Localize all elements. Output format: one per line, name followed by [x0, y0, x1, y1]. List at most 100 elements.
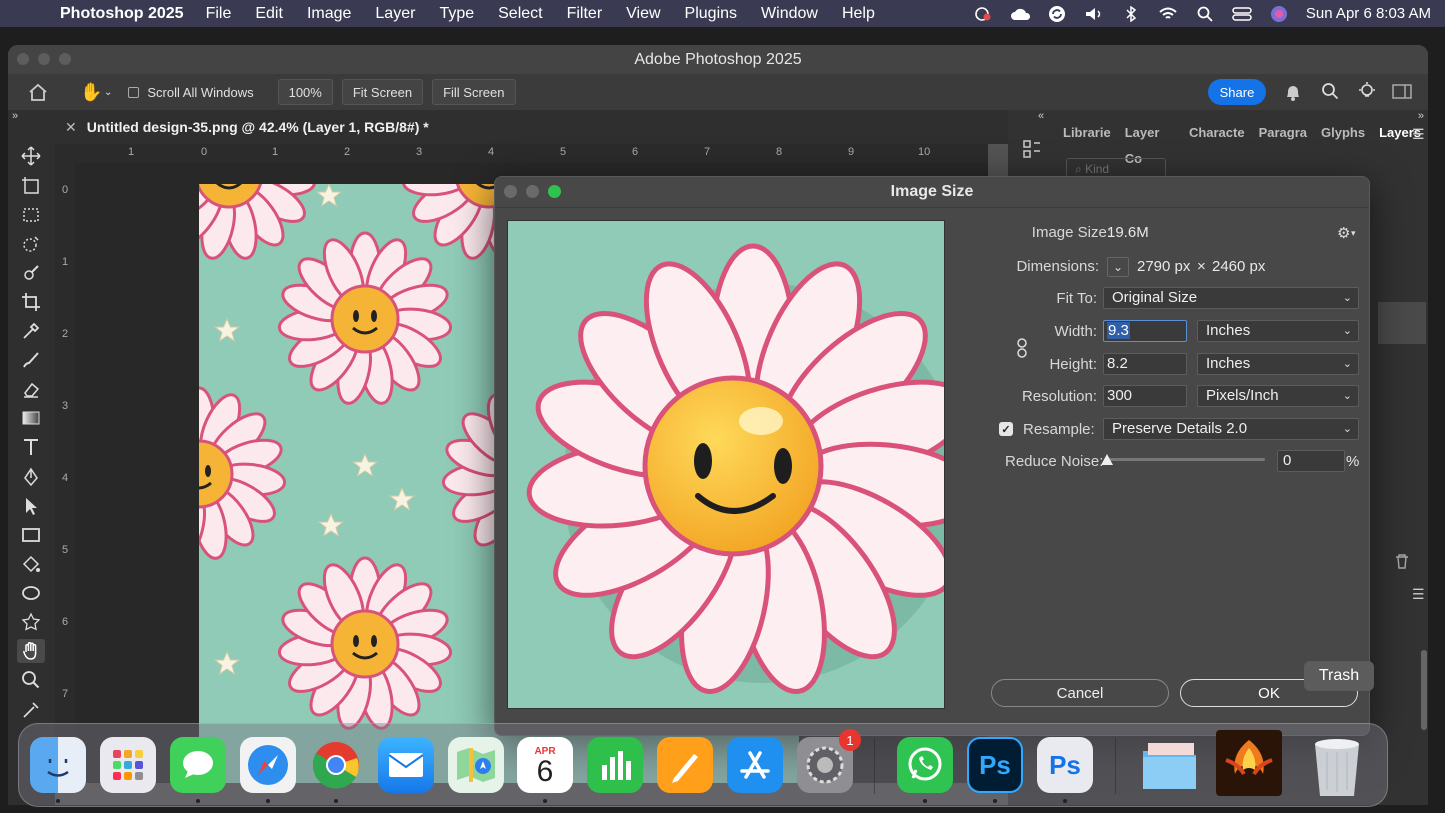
resample-checkbox[interactable]: ✓ — [999, 422, 1013, 436]
eraser-tool-icon[interactable] — [17, 377, 45, 401]
type-tool-icon[interactable] — [17, 435, 45, 459]
move-tool-icon[interactable] — [17, 144, 45, 168]
edit-toolbar-icon[interactable] — [17, 698, 45, 722]
object-selection-tool-icon[interactable] — [17, 232, 45, 256]
maps-icon[interactable] — [448, 737, 504, 793]
tab-glyphs[interactable]: Glyphs — [1314, 120, 1372, 146]
ellipse-tool-icon[interactable] — [17, 581, 45, 605]
document-tab[interactable]: ✕ Untitled design-35.png @ 42.4% (Layer … — [55, 110, 1008, 144]
volume-icon[interactable] — [1084, 6, 1104, 22]
document-tab-title[interactable]: Untitled design-35.png @ 42.4% (Layer 1,… — [87, 119, 429, 135]
menu-type[interactable]: Type — [439, 5, 474, 23]
menu-image[interactable]: Image — [307, 5, 351, 23]
menu-app-name[interactable]: Photoshop 2025 — [60, 5, 184, 23]
bluetooth-icon[interactable] — [1121, 5, 1141, 22]
phoenix-image-thumbnail[interactable] — [1216, 730, 1282, 796]
menu-view[interactable]: View — [626, 5, 660, 23]
sync-icon[interactable] — [1047, 5, 1067, 22]
launchpad-icon[interactable] — [100, 737, 156, 793]
cancel-button[interactable]: Cancel — [991, 679, 1169, 707]
calendar-icon[interactable]: APR 6 — [517, 737, 573, 803]
trash-icon[interactable] — [1307, 737, 1363, 796]
custom-shape-tool-icon[interactable] — [17, 610, 45, 634]
resolution-unit-select[interactable]: Pixels/Inch ⌄ — [1197, 385, 1359, 407]
zoom-100-button[interactable]: 100% — [277, 79, 333, 105]
cloud-icon[interactable] — [1010, 6, 1030, 22]
photoshop-icon[interactable]: Ps — [967, 737, 1023, 803]
expand-toolbar-icon[interactable]: » — [12, 110, 18, 122]
height-unit-select[interactable]: Inches ⌄ — [1197, 353, 1359, 375]
messages-icon[interactable] — [170, 737, 226, 803]
menu-file[interactable]: File — [206, 5, 232, 23]
image-preview[interactable] — [507, 220, 945, 709]
folder-icon[interactable] — [1140, 737, 1196, 793]
menubar-clock[interactable]: Sun Apr 6 8:03 AM — [1306, 5, 1431, 22]
menu-select[interactable]: Select — [498, 5, 542, 23]
collapse-panels-icon[interactable]: « — [1038, 110, 1044, 122]
panel-scrollbar[interactable] — [1421, 650, 1427, 730]
share-button[interactable]: Share — [1208, 79, 1266, 105]
quick-selection-tool-icon[interactable] — [17, 261, 45, 285]
zoom-tool-icon[interactable] — [17, 668, 45, 692]
menu-plugins[interactable]: Plugins — [685, 5, 737, 23]
pages-icon[interactable] — [657, 737, 713, 793]
width-unit-select[interactable]: Inches ⌄ — [1197, 320, 1359, 342]
numbers-icon[interactable] — [587, 737, 643, 793]
chevron-down-icon[interactable]: ⌄ — [104, 87, 112, 98]
whatsapp-icon[interactable] — [897, 737, 953, 803]
close-document-icon[interactable]: ✕ — [65, 119, 77, 136]
finder-icon[interactable] — [30, 737, 86, 803]
system-settings-icon[interactable]: 1 — [797, 729, 861, 793]
fit-to-select[interactable]: Original Size ⌄ — [1103, 287, 1359, 309]
scroll-all-checkbox[interactable] — [128, 86, 140, 98]
fit-screen-button[interactable]: Fit Screen — [341, 79, 424, 105]
brush-tool-icon[interactable] — [17, 348, 45, 372]
home-icon[interactable] — [16, 83, 60, 101]
path-selection-tool-icon[interactable] — [17, 494, 45, 518]
width-input[interactable]: 9.3 — [1103, 320, 1187, 342]
panel-menu-icon[interactable]: ☰ — [1412, 586, 1425, 603]
hand-tool-icon[interactable]: ✋ — [80, 82, 104, 103]
control-center-icon[interactable] — [1232, 6, 1252, 22]
resample-method-select[interactable]: Preserve Details 2.0 ⌄ — [1103, 418, 1359, 440]
tab-character[interactable]: Characte — [1182, 120, 1252, 146]
paint-bucket-tool-icon[interactable] — [17, 552, 45, 576]
dialog-minimize-button[interactable] — [526, 185, 539, 198]
photoshop-beta-icon[interactable]: Ps — [1037, 737, 1093, 803]
pen-tool-icon[interactable] — [17, 465, 45, 489]
tab-layer-comps[interactable]: Layer Co — [1118, 120, 1182, 166]
crop-tool-icon[interactable] — [17, 290, 45, 314]
search-icon[interactable] — [1195, 6, 1215, 22]
bell-icon[interactable] — [1284, 82, 1302, 105]
gradient-tool-icon[interactable] — [17, 406, 45, 430]
dialog-close-button[interactable] — [504, 185, 517, 198]
layer-row-selected[interactable] — [1378, 302, 1426, 344]
dimensions-unit-dropdown[interactable]: ⌄ — [1107, 257, 1129, 277]
menu-help[interactable]: Help — [842, 5, 875, 23]
workspace-icon[interactable] — [1392, 84, 1412, 103]
search-icon[interactable] — [1321, 82, 1339, 103]
safari-icon[interactable] — [240, 737, 296, 803]
siri-icon[interactable] — [1269, 5, 1289, 22]
screen-record-icon[interactable] — [973, 6, 993, 22]
rectangle-tool-icon[interactable] — [17, 523, 45, 547]
marquee-tool-icon[interactable] — [17, 203, 45, 227]
chrome-icon[interactable] — [308, 737, 364, 803]
reduce-noise-slider-handle[interactable] — [1101, 454, 1113, 465]
history-panel-icon[interactable] — [1022, 138, 1042, 165]
menu-layer[interactable]: Layer — [375, 5, 415, 23]
tab-libraries[interactable]: Librarie — [1056, 120, 1118, 146]
height-input[interactable]: 8.2 — [1103, 353, 1187, 375]
hand-tool-icon[interactable] — [17, 639, 45, 663]
zoom-window-button[interactable] — [59, 53, 71, 65]
menu-window[interactable]: Window — [761, 5, 818, 23]
artboard-tool-icon[interactable] — [17, 174, 45, 198]
gear-chevron-icon[interactable]: ▾ — [1351, 228, 1356, 239]
close-window-button[interactable] — [17, 53, 29, 65]
fill-screen-button[interactable]: Fill Screen — [432, 79, 516, 105]
eyedropper-tool-icon[interactable] — [17, 319, 45, 343]
reduce-noise-input[interactable]: 0 — [1277, 450, 1345, 472]
resolution-input[interactable]: 300 — [1103, 385, 1187, 407]
dialog-zoom-button[interactable] — [548, 185, 561, 198]
panel-menu-icon[interactable]: ☰ — [1412, 126, 1425, 143]
